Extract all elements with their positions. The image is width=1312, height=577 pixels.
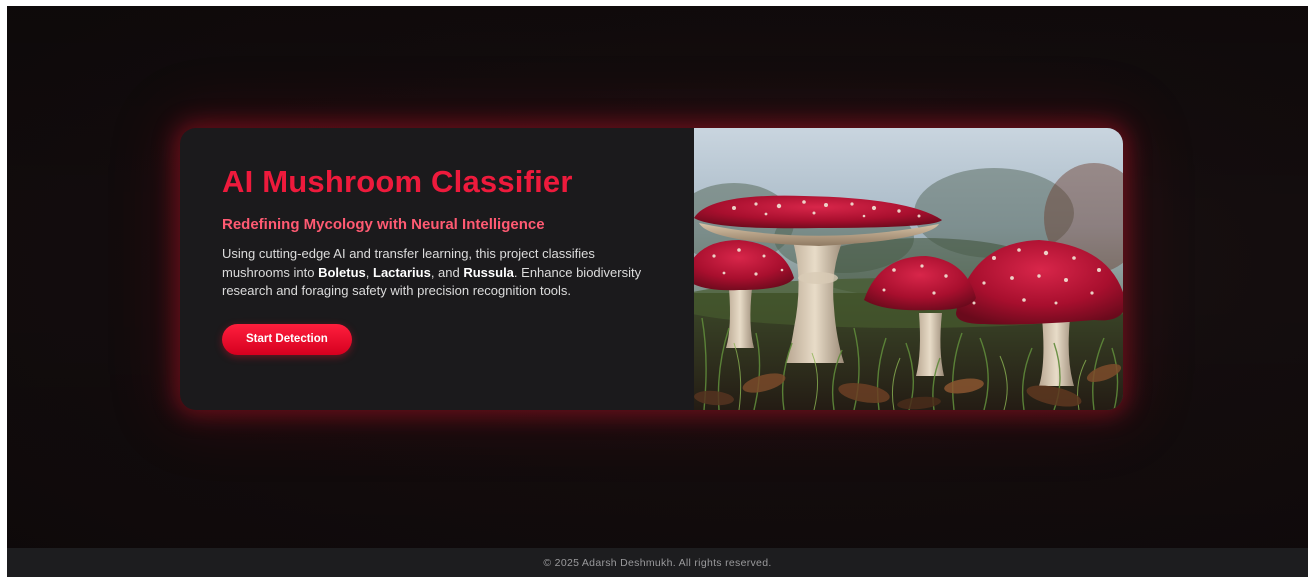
class-russula: Russula bbox=[463, 264, 514, 280]
description-separator: , and bbox=[430, 264, 464, 280]
mushroom-photo bbox=[694, 128, 1123, 410]
hero-subtitle: Redefining Mycology with Neural Intellig… bbox=[222, 216, 545, 233]
hero-card: AI Mushroom Classifier Redefining Mycolo… bbox=[180, 128, 1123, 410]
hero-text-panel: AI Mushroom Classifier Redefining Mycolo… bbox=[180, 128, 694, 410]
footer: © 2025 Adarsh Deshmukh. All rights reser… bbox=[7, 548, 1308, 577]
hero-description: Using cutting-edge AI and transfer learn… bbox=[222, 245, 662, 301]
class-lactarius: Lactarius bbox=[373, 264, 431, 280]
hero-title: AI Mushroom Classifier bbox=[222, 164, 573, 199]
copyright-text: © 2025 Adarsh Deshmukh. All rights reser… bbox=[543, 556, 772, 569]
start-detection-button[interactable]: Start Detection bbox=[222, 323, 352, 355]
mushroom-illustration bbox=[694, 128, 1123, 410]
class-boletus: Boletus bbox=[318, 264, 366, 280]
app-viewport: AI Mushroom Classifier Redefining Mycolo… bbox=[7, 6, 1308, 577]
description-separator: , bbox=[365, 264, 373, 280]
